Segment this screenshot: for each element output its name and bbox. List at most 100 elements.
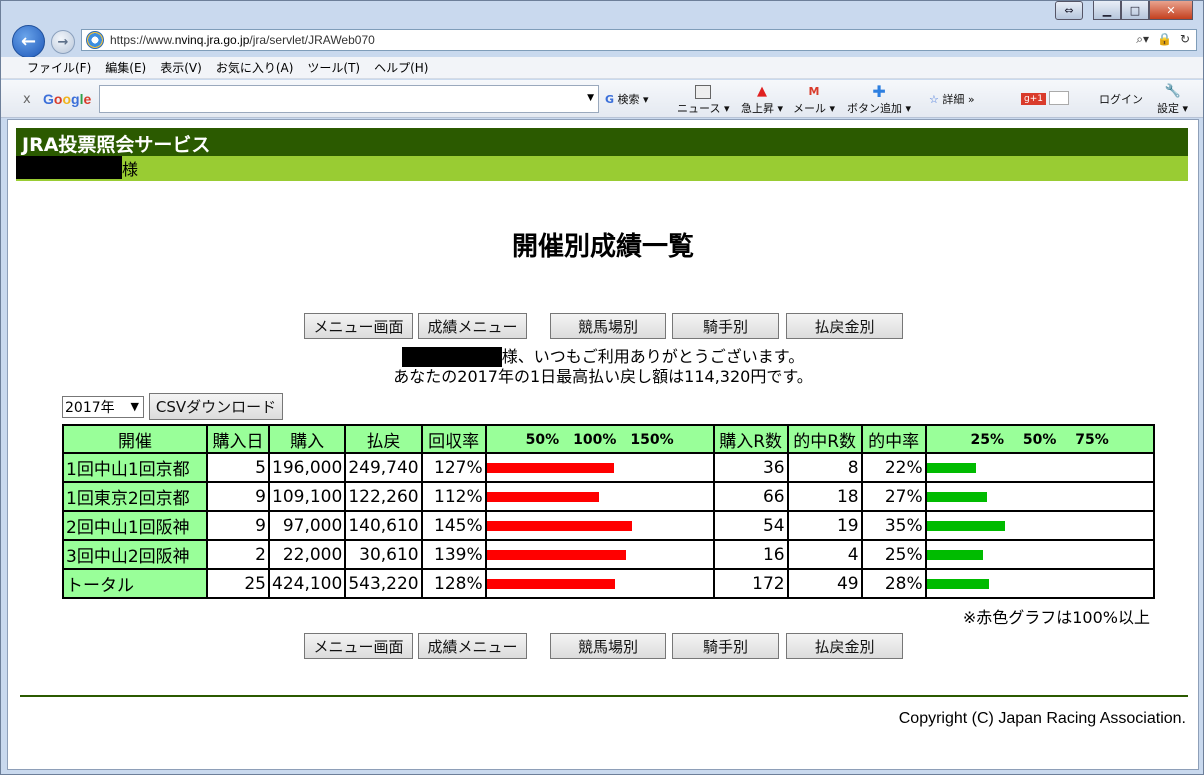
google-logo: Google: [43, 91, 91, 107]
by-jockey-button[interactable]: 騎手別: [672, 313, 779, 339]
news-button[interactable]: ニュース ▾: [677, 85, 729, 116]
add-button-button[interactable]: ✚ ボタン追加 ▾: [847, 82, 911, 116]
wrench-icon: 🔧: [1164, 84, 1181, 99]
table-row: 2回中山1回阪神 9 97,000 140,610 145% 54 19 35%: [62, 510, 1155, 541]
payout-cell: 122,260: [344, 481, 423, 512]
add-button-label: ボタン追加: [847, 102, 902, 115]
gplus-count: [1049, 91, 1070, 105]
minimize-button[interactable]: ▁: [1093, 1, 1121, 20]
results-menu-button[interactable]: 成績メニュー: [418, 313, 527, 339]
back-arrow-icon: ←: [20, 31, 37, 52]
forward-button[interactable]: →: [51, 30, 75, 54]
address-bar[interactable]: https://www.nvinq.jra.go.jp/jra/servlet/…: [81, 29, 1197, 51]
google-search-input[interactable]: ▼: [99, 85, 599, 113]
maximize-button[interactable]: □: [1121, 1, 1149, 20]
kaisai-cell: トータル: [62, 568, 208, 599]
title-bar: ⇔ ▁ □ ✕: [1, 1, 1203, 23]
by-payout-button[interactable]: 払戻金別: [786, 633, 903, 659]
search-label: 検索: [617, 93, 640, 106]
user-bar: 様: [16, 156, 1188, 181]
hits-cell: 49: [786, 568, 863, 599]
kaisai-cell: 1回中山1回京都: [62, 452, 208, 483]
star-icon: ☆: [929, 93, 939, 106]
gplus-button[interactable]: g+1: [1021, 91, 1070, 105]
menu-screen-button[interactable]: メニュー画面: [304, 633, 413, 659]
col-hits: 的中R数: [786, 424, 863, 454]
login-link[interactable]: ログイン: [1099, 91, 1143, 107]
return-rate-cell: 145%: [420, 510, 487, 541]
menu-bar: ファイル(F) 編集(E) 表示(V) お気に入り(A) ツール(T) ヘルプ(…: [1, 57, 1203, 79]
refresh-icon[interactable]: ↻: [1180, 32, 1190, 47]
footer-divider: [20, 695, 1188, 697]
details-button[interactable]: ☆ 詳細 »: [929, 91, 975, 107]
menu-view[interactable]: 表示(V): [160, 59, 202, 76]
col-races: 購入R数: [712, 424, 789, 454]
by-racecourse-button[interactable]: 競馬場別: [550, 633, 666, 659]
menu-screen-button[interactable]: メニュー画面: [304, 313, 413, 339]
close-window-button[interactable]: ✕: [1149, 1, 1193, 20]
settings-button[interactable]: 🔧 設定 ▾: [1157, 85, 1188, 116]
races-cell: 54: [712, 510, 789, 541]
buy-cell: 22,000: [267, 539, 347, 570]
dropdown-arrow-icon[interactable]: ▼: [587, 93, 594, 103]
mail-button[interactable]: M メール ▾: [793, 85, 835, 116]
return-rate-bar: [486, 578, 615, 589]
table-row: 1回中山1回京都 5 196,000 249,740 127% 36 8 22%: [62, 452, 1155, 483]
redacted-username: [16, 156, 122, 179]
kaisai-cell: 2回中山1回阪神: [62, 510, 208, 541]
payout-cell: 543,220: [344, 568, 423, 599]
hits-cell: 19: [786, 510, 863, 541]
plus-icon: ✚: [872, 82, 886, 101]
mail-label: メール: [793, 102, 826, 115]
menu-file[interactable]: ファイル(F): [27, 59, 91, 76]
hit-rate-cell: 35%: [860, 510, 927, 541]
hit-rate-cell: 25%: [860, 539, 927, 570]
return-rate-bar: [486, 549, 626, 560]
nav-buttons-top: メニュー画面 成績メニュー 競馬場別 騎手別 払戻金別: [304, 313, 903, 339]
toolbar-close-icon[interactable]: x: [23, 92, 31, 107]
google-search-button[interactable]: G 検索 ▾: [605, 91, 649, 107]
menu-favorites[interactable]: お気に入り(A): [216, 59, 294, 76]
hit-rate-bar: [926, 491, 987, 502]
sama-label: 様: [122, 160, 139, 179]
return-rate-bar: [486, 462, 614, 473]
menu-tools[interactable]: ツール(T): [307, 59, 360, 76]
return-rate-bar-cell: [484, 481, 715, 512]
menu-help[interactable]: ヘルプ(H): [374, 59, 428, 76]
chevron-down-icon: ▼: [130, 400, 139, 413]
url-text[interactable]: https://www.nvinq.jra.go.jp/jra/servlet/…: [110, 33, 375, 47]
hit-rate-bar-cell: [924, 481, 1155, 512]
return-rate-bar-cell: [484, 452, 715, 483]
hit-rate-bar-cell: [924, 452, 1155, 483]
csv-download-button[interactable]: CSVダウンロード: [149, 393, 283, 420]
return-rate-cell: 112%: [420, 481, 487, 512]
races-cell: 66: [712, 481, 789, 512]
gplus-icon: g+1: [1021, 93, 1046, 105]
races-cell: 16: [712, 539, 789, 570]
news-label: ニュース: [677, 102, 721, 115]
days-cell: 9: [206, 510, 270, 541]
gmail-icon: M: [808, 85, 820, 98]
menu-edit[interactable]: 編集(E): [105, 59, 146, 76]
buy-cell: 109,100: [267, 481, 347, 512]
search-icon[interactable]: ⌕▾: [1136, 32, 1149, 47]
by-jockey-button[interactable]: 騎手別: [672, 633, 779, 659]
year-select[interactable]: 2017年 ▼: [62, 396, 144, 418]
by-payout-button[interactable]: 払戻金別: [786, 313, 903, 339]
hit-rate-cell: 22%: [860, 452, 927, 483]
col-payout: 払戻: [344, 424, 423, 454]
return-rate-cell: 139%: [420, 539, 487, 570]
table-row: 1回東京2回京都 9 109,100 122,260 112% 66 18 27%: [62, 481, 1155, 512]
return-rate-bar: [486, 491, 599, 502]
resize-icon[interactable]: ⇔: [1055, 1, 1083, 20]
results-menu-button[interactable]: 成績メニュー: [418, 633, 527, 659]
hit-rate-bar: [926, 578, 989, 589]
trending-button[interactable]: ▲ 急上昇 ▾: [741, 85, 783, 116]
nav-buttons-bottom: メニュー画面 成績メニュー 競馬場別 騎手別 払戻金別: [304, 633, 903, 659]
lock-icon[interactable]: 🔒: [1157, 32, 1172, 47]
forward-arrow-icon: →: [57, 34, 69, 50]
welcome-line2: あなたの2017年の1日最高払い戻し額は114,320円です。: [393, 367, 813, 386]
back-button[interactable]: ←: [12, 25, 45, 58]
redacted-username: [401, 347, 502, 367]
by-racecourse-button[interactable]: 競馬場別: [550, 313, 666, 339]
